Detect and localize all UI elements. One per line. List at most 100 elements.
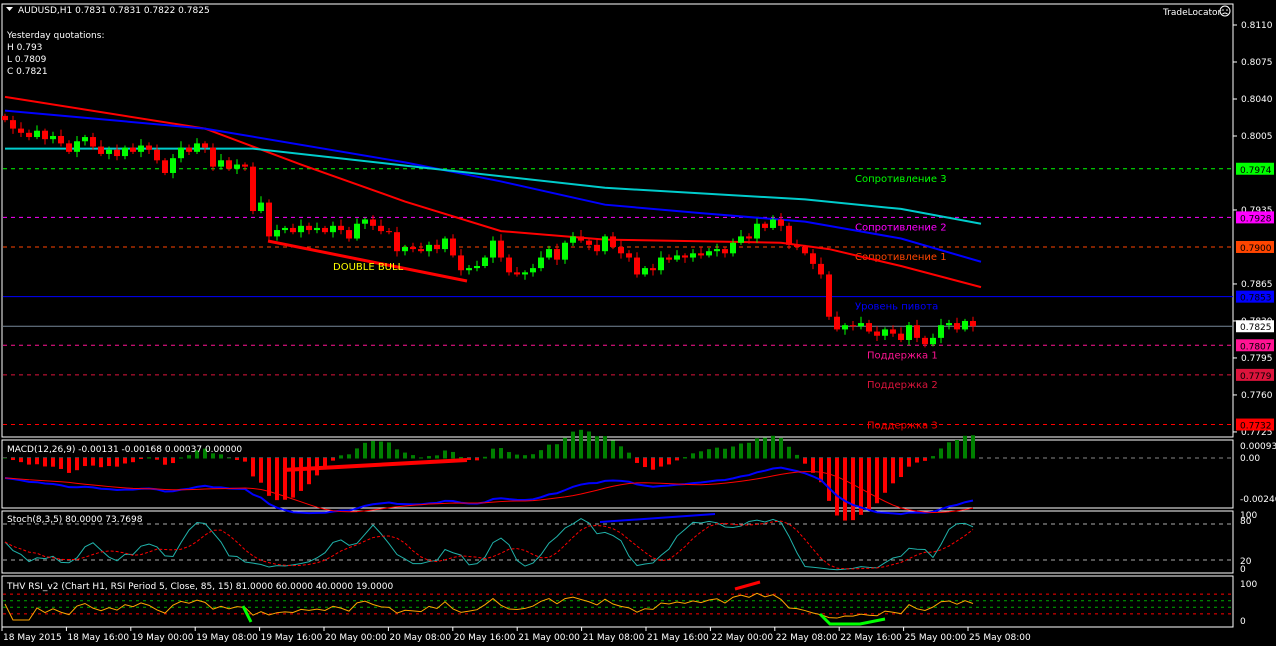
macd-histogram-bar: [131, 458, 135, 463]
candle-body: [778, 219, 784, 226]
main-panel-frame: [1, 3, 1234, 438]
rsi-line: [4, 592, 974, 621]
candle-body: [530, 268, 536, 273]
candle-body: [2, 115, 8, 121]
candle-body: [130, 147, 136, 152]
rsi-tick-label: 0: [1240, 617, 1246, 627]
candle-body: [602, 236, 608, 252]
macd-histogram-bar: [939, 448, 943, 459]
candle-body: [202, 143, 208, 148]
candle-body: [714, 249, 720, 252]
macd-histogram-bar: [851, 458, 855, 521]
macd-histogram-bar: [491, 448, 495, 459]
candle-body: [314, 227, 320, 231]
level-price-label: 0.7779: [1240, 372, 1272, 382]
time-tick-label: 22 May 16:00: [840, 633, 902, 643]
candle-body: [306, 225, 312, 231]
macd-histogram-bar: [595, 436, 599, 459]
candle-body: [242, 164, 248, 167]
macd-histogram-bar: [227, 457, 231, 459]
macd-histogram-bar: [475, 458, 479, 461]
candle-body: [386, 231, 392, 233]
candle-body: [338, 225, 344, 231]
macd-histogram-bar: [123, 458, 127, 464]
candle-body: [882, 329, 888, 336]
candle-body: [138, 145, 144, 152]
macd-histogram-bar: [435, 455, 439, 459]
candle-body: [50, 135, 56, 140]
pivot-levels: Сопротивление 3Сопротивление 2Сопротивле…: [3, 168, 1233, 432]
moving-average-line: [5, 147, 982, 225]
candles: [2, 113, 976, 348]
candle-body: [634, 257, 640, 275]
macd-histogram-bar: [307, 458, 311, 485]
candle-body: [194, 143, 200, 152]
time-tick-label: 25 May 08:00: [969, 633, 1031, 643]
candle-body: [818, 263, 824, 275]
candle-body: [658, 257, 664, 271]
candle-body: [914, 325, 920, 338]
candle-body: [890, 329, 896, 334]
sad-face-icon[interactable]: [1219, 5, 1231, 17]
macd-histogram-bar: [907, 458, 911, 467]
candle-body: [354, 223, 360, 239]
macd-histogram-bar: [27, 458, 31, 465]
candle-body: [610, 236, 616, 247]
candle-body: [794, 244, 800, 247]
candle-body: [538, 257, 544, 269]
macd-histogram-bar: [59, 458, 63, 469]
macd-histogram-bar: [955, 439, 959, 459]
macd-histogram-bar: [515, 454, 519, 459]
candle-body: [690, 253, 696, 258]
candle-body: [770, 219, 776, 228]
time-tick-label: 19 May 08:00: [196, 633, 258, 643]
stoch-divergence-line: [599, 513, 716, 523]
candle-body: [722, 249, 728, 254]
macd-histogram-bar: [251, 458, 255, 477]
level-label: Поддержка 3: [867, 421, 938, 432]
candle-body: [490, 240, 496, 258]
macd-histogram-bar: [963, 435, 967, 459]
macd-histogram-bar: [923, 458, 927, 461]
macd-tick-label: -0.00246: [1240, 495, 1276, 505]
candle-body: [42, 130, 48, 140]
tradelocator-label: TradeLocator: [1162, 8, 1222, 18]
macd-histogram-bar: [755, 438, 759, 459]
macd-histogram-bar: [291, 458, 295, 498]
macd-histogram-bar: [843, 458, 847, 521]
candle-body: [410, 246, 416, 250]
candle-body: [282, 227, 288, 231]
macd-histogram-bar: [19, 458, 23, 463]
stoch-title: Stoch(8,3,5) 80.0000 73.7698: [7, 515, 143, 525]
candle-body: [370, 219, 376, 226]
time-tick-label: 18 May 16:00: [67, 633, 129, 643]
macd-histogram-bar: [867, 458, 871, 510]
candle-body: [362, 219, 368, 224]
macd-histogram-bar: [555, 444, 559, 459]
macd-histogram-bar: [299, 458, 303, 491]
candle-body: [666, 257, 672, 260]
price-tick-label: 0.7865: [1241, 280, 1273, 290]
dropdown-triangle-icon[interactable]: [6, 7, 13, 11]
candle-body: [426, 244, 432, 252]
macd-histogram-bar: [539, 450, 543, 459]
macd-histogram-bar: [115, 458, 119, 467]
macd-histogram-bar: [403, 452, 407, 459]
macd-histogram-bar: [3, 458, 7, 459]
rsi-title: THV RSI_v2 (Chart H1, RSI Period 5, Clos…: [6, 582, 393, 592]
trading-chart[interactable]: Сопротивление 3Сопротивление 2Сопротивле…: [0, 0, 1276, 646]
price-tick-label: 0.7795: [1241, 354, 1273, 364]
macd-histogram-bar: [891, 458, 895, 484]
macd-histogram-bar: [411, 455, 415, 459]
macd-histogram-bar: [83, 458, 87, 467]
candle-body: [834, 316, 840, 330]
candle-body: [378, 225, 384, 232]
level-price-label: 0.7732: [1240, 422, 1272, 432]
macd-histogram-bar: [547, 444, 551, 459]
candle-body: [34, 130, 40, 138]
candle-body: [698, 253, 704, 256]
macd-title: MACD(12,26,9) -0.00131 -0.00168 0.00037 …: [7, 445, 242, 455]
candle-body: [786, 225, 792, 245]
time-tick-label: 22 May 08:00: [776, 633, 838, 643]
macd-histogram-bar: [35, 458, 39, 465]
